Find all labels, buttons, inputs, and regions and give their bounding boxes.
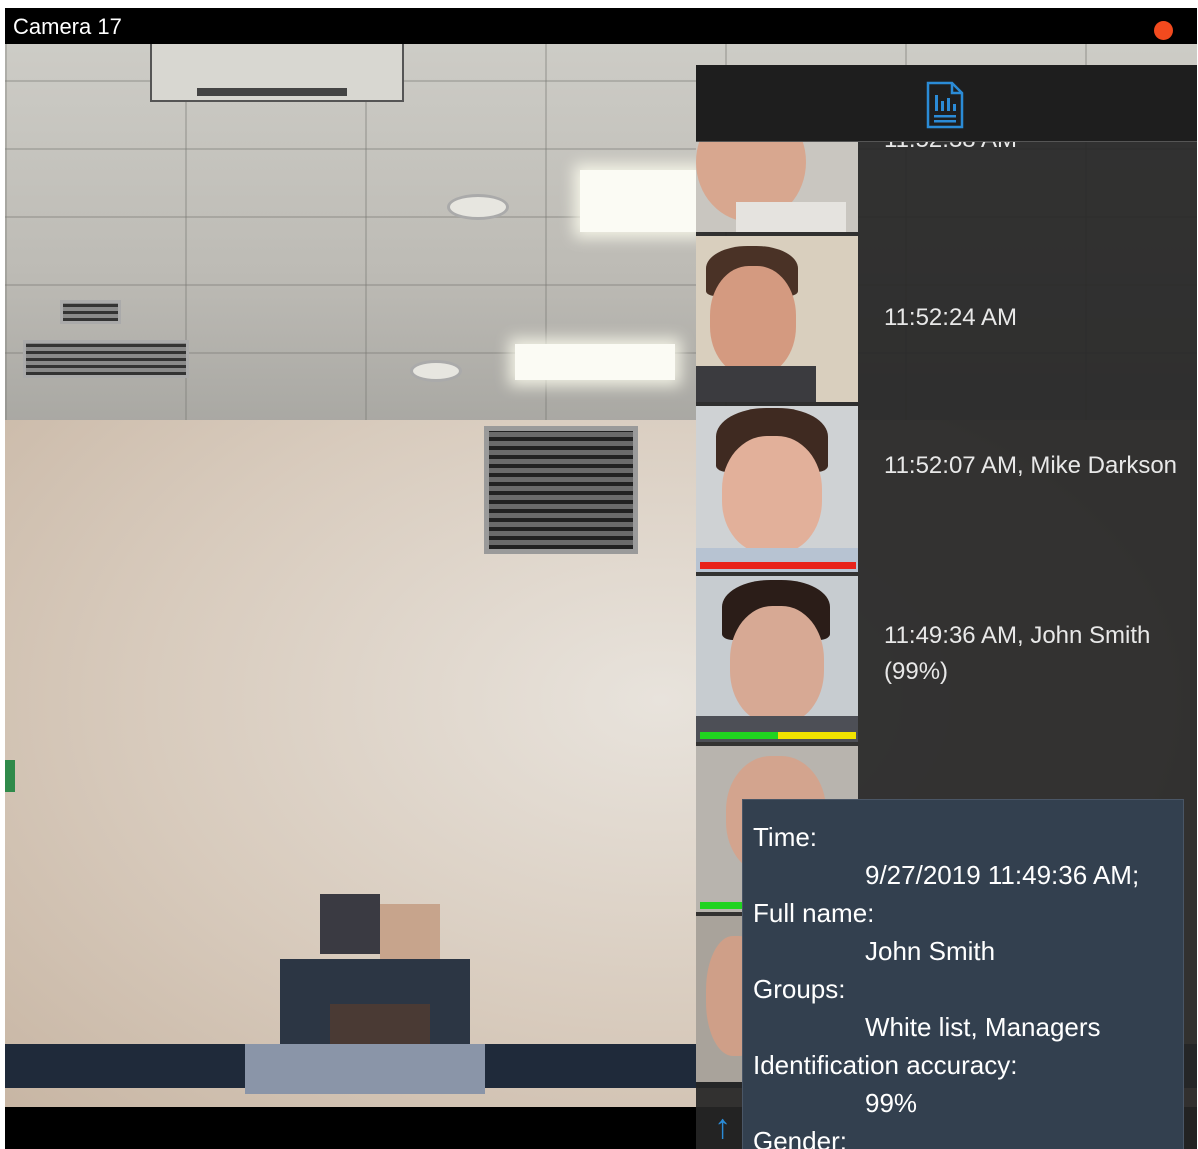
ceiling-vent [60,300,121,324]
camera-view[interactable]: Camera 17 11:52:24 AM 11:52:07 AM, Mike … [5,8,1197,1149]
identification-accuracy-label: Identification accuracy: [753,1050,1018,1080]
camera-titlebar: Camera 17 [5,8,1197,44]
face-thumbnail [696,406,858,572]
identification-bar-green [700,732,778,739]
full-name-label: Full name: [753,898,875,928]
groups-value: White list, Managers [865,1012,1101,1042]
ceiling-ac-unit [150,44,404,102]
pixelated-people [245,864,495,1094]
report-icon[interactable] [926,81,964,129]
ceiling-light [515,344,675,380]
event-label: 11:52:07 AM, Mike Darkson [884,452,1178,479]
ceiling-light [580,170,700,232]
event-label: 11:49:36 AM, John Smith (99%) [884,622,1151,685]
recording-indicator-icon [1154,21,1173,40]
list-item[interactable]: 11:49:36 AM, John Smith (99%) [696,576,1197,746]
time-value: 9/27/2019 11:49:36 AM; [865,860,1140,890]
full-name-value: John Smith [865,936,996,966]
time-label: Time: [753,822,818,852]
list-item[interactable]: 11:52:24 AM [696,236,1197,406]
groups-label: Groups: [753,974,846,1004]
identification-accuracy-value: 99% [865,1088,918,1118]
list-item[interactable]: 11:52:38 AM [696,142,1197,236]
face-thumbnail [696,576,858,742]
gender-label: Gender: [753,1126,847,1149]
event-details-tooltip: Time: 9/27/2019 11:49:36 AM; Full name: … [742,799,1184,1149]
identification-bar-yellow [778,732,856,739]
identification-bar-red [700,562,856,569]
exit-sign [5,760,15,792]
arrow-up-icon[interactable]: ↑ [714,1107,731,1147]
ceiling-vent [23,340,189,378]
list-item[interactable]: 11:52:07 AM, Mike Darkson [696,406,1197,576]
ceiling-round-vent [410,360,462,382]
event-panel-header [696,65,1197,142]
camera-title: Camera 17 [13,14,122,39]
event-label: 11:52:38 AM [884,142,1184,158]
ceiling-round-vent [447,194,509,220]
face-thumbnail [696,236,858,402]
wall-vent [484,426,638,554]
face-thumbnail [696,142,858,232]
event-label: 11:52:24 AM [884,304,1017,331]
